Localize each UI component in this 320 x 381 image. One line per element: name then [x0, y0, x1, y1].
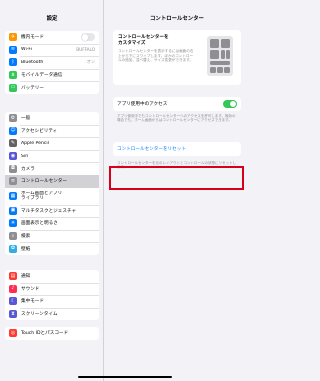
control-center-preview-icon — [207, 36, 233, 76]
sidebar-title: 設定 — [46, 16, 58, 22]
home-indicator — [78, 376, 172, 378]
settings-sidebar: 設定 ✈ 機内モード ≋ Wi-Fi BUFFALO ᛒ Bluetooth オン ⋔ モバイルデ… — [0, 0, 104, 381]
wifi-icon: ≋ — [9, 45, 17, 54]
sidebar-item-label: Wi-Fi — [21, 47, 32, 53]
sidebar-item[interactable]: ✿ 壁紙 — [5, 242, 99, 255]
customize-card: コントロールセンターを カスタマイズ コントロールセンターを表示するには画面の右… — [113, 30, 241, 85]
access-footer-text: アプリ使用中でもコントロールセンターへのアクセスを許可します。無効の場合でも、ホ… — [117, 114, 236, 123]
sidebar-item-label: 集中モード — [21, 299, 44, 305]
focus-icon: ☾ — [9, 297, 17, 306]
notifications-icon: ▤ — [9, 272, 17, 281]
multitasking-icon: ▣ — [9, 206, 17, 215]
sidebar-item-value: オン — [86, 59, 95, 65]
bluetooth-icon: ᛒ — [9, 58, 17, 67]
sidebar-item-label: カメラ — [21, 166, 35, 172]
reset-footer-text: コントロールセンターを元のレイアウトとコントロールの状態にリセットします。 — [117, 161, 236, 170]
sidebar-item[interactable]: ✎ Apple Pencil — [5, 137, 99, 150]
sidebar-item-label: スクリーンタイム — [21, 312, 58, 318]
sidebar-item-label: Touch IDとパスコード — [21, 331, 69, 337]
sound-icon: ♪ — [9, 284, 17, 293]
sidebar-item-label: Siri — [21, 153, 29, 159]
sidebar-item[interactable]: ⌕ 検索 — [5, 229, 99, 243]
antenna-icon: ⋔ — [9, 71, 17, 80]
sidebar-item[interactable]: ▤ 通知 — [5, 270, 99, 283]
sidebar-item[interactable]: ✈ 機内モード — [5, 31, 99, 44]
airplane-icon: ✈ — [9, 33, 17, 42]
sidebar-item[interactable]: ▦ ホーム画面とアプリ ライブラリ — [5, 188, 99, 205]
access-within-apps-label: アプリ使用中のアクセス — [117, 102, 168, 107]
sidebar-item-label: 壁紙 — [21, 246, 31, 252]
home-screen-icon: ▦ — [9, 192, 17, 201]
sidebar-item-label: アクセシビリティ — [21, 128, 58, 134]
sidebar-item[interactable]: ⋔ モバイルデータ通信 — [5, 68, 99, 82]
camera-icon: ◘ — [9, 164, 17, 173]
touch-id-icon: ◎ — [9, 329, 17, 338]
brightness-icon: ☀ — [9, 219, 17, 228]
control-center-icon: ≡ — [9, 177, 17, 186]
access-within-apps-toggle[interactable] — [223, 100, 237, 108]
sidebar-item[interactable]: ☾ 集中モード — [5, 295, 99, 308]
sidebar-item[interactable]: ◎ Touch IDとパスコード — [5, 327, 99, 340]
sidebar-item[interactable]: ◉ Siri — [5, 149, 99, 163]
sidebar-item[interactable]: ⧗ スクリーンタイム — [5, 307, 99, 321]
sidebar-item-label: Apple Pencil — [21, 140, 49, 146]
sidebar-item[interactable]: ♪ サウンド — [5, 282, 99, 296]
sidebar-item[interactable]: ☺ アクセシビリティ — [5, 124, 99, 138]
sidebar-item-label: 通知 — [21, 274, 31, 280]
sidebar-item[interactable]: ◘ カメラ — [5, 162, 99, 175]
customize-description: コントロールセンターを表示するには画面の右上から下にスワイプします。ほかのコント… — [118, 49, 194, 63]
sidebar-item-label: サウンド — [21, 286, 40, 292]
access-within-apps-row: アプリ使用中のアクセス — [113, 97, 241, 111]
sidebar-item-label: マルチタスクとジェスチャ — [21, 208, 77, 214]
sidebar-item-label: Bluetooth — [21, 59, 44, 65]
search-icon: ⌕ — [9, 232, 17, 241]
airplane-mode-toggle[interactable] — [81, 33, 95, 42]
sidebar-item-label: 一般 — [21, 116, 31, 122]
sidebar-group: ◎ Touch IDとパスコード — [5, 327, 99, 340]
screen-time-icon: ⧗ — [9, 310, 17, 319]
sidebar-item[interactable]: ᛒ Bluetooth オン — [5, 56, 99, 69]
customize-heading: コントロールセンターを カスタマイズ — [118, 35, 169, 46]
reset-control-center-button[interactable]: コントロールセンターをリセット — [113, 142, 241, 156]
sidebar-group: ▤ 通知 ♪ サウンド ☾ 集中モード ⧗ スクリーンタイム — [5, 270, 99, 321]
siri-icon: ◉ — [9, 152, 17, 161]
sidebar-item[interactable]: ▣ マルチタスクとジェスチャ — [5, 204, 99, 218]
page-title: コントロールセンター — [150, 16, 204, 22]
sidebar-item-value: BUFFALO — [76, 47, 95, 53]
wallpaper-icon: ✿ — [9, 244, 17, 253]
sidebar-item-label: 機内モード — [21, 35, 44, 41]
sidebar-item[interactable]: ≡ コントロールセンター — [5, 174, 99, 188]
sidebar-item-label: モバイルデータ通信 — [21, 73, 63, 79]
sidebar-item-label: バッテリー — [21, 85, 44, 91]
sidebar-item[interactable]: ☀ 画面表示と明るさ — [5, 217, 99, 230]
sidebar-item[interactable]: ≋ Wi-Fi BUFFALO — [5, 43, 99, 57]
gear-icon: ⚙ — [9, 114, 17, 123]
accessibility-icon: ☺ — [9, 126, 17, 135]
sidebar-item-label: 検索 — [21, 234, 31, 240]
battery-icon: ▭ — [9, 83, 17, 92]
sidebar-group: ✈ 機内モード ≋ Wi-Fi BUFFALO ᛒ Bluetooth オン ⋔ モバイルデータ通… — [5, 31, 99, 94]
detail-pane: コントロールセンター コントロールセンターを カスタマイズ コントロールセンター… — [104, 0, 250, 381]
sidebar-item[interactable]: ▭ バッテリー — [5, 81, 99, 94]
sidebar-item[interactable]: ⚙ 一般 — [5, 112, 99, 125]
reset-control-center-label: コントロールセンターをリセット — [117, 147, 186, 152]
sidebar-item-label: 画面表示と明るさ — [21, 221, 58, 227]
sidebar-item-label: ホーム画面とアプリ ライブラリ — [21, 190, 63, 202]
sidebar-group: ⚙ 一般 ☺ アクセシビリティ ✎ Apple Pencil ◉ Siri ◘ カメラ ≡ コントロー… — [5, 112, 99, 255]
sidebar-item-label: コントロールセンター — [21, 179, 67, 185]
pencil-icon: ✎ — [9, 139, 17, 148]
